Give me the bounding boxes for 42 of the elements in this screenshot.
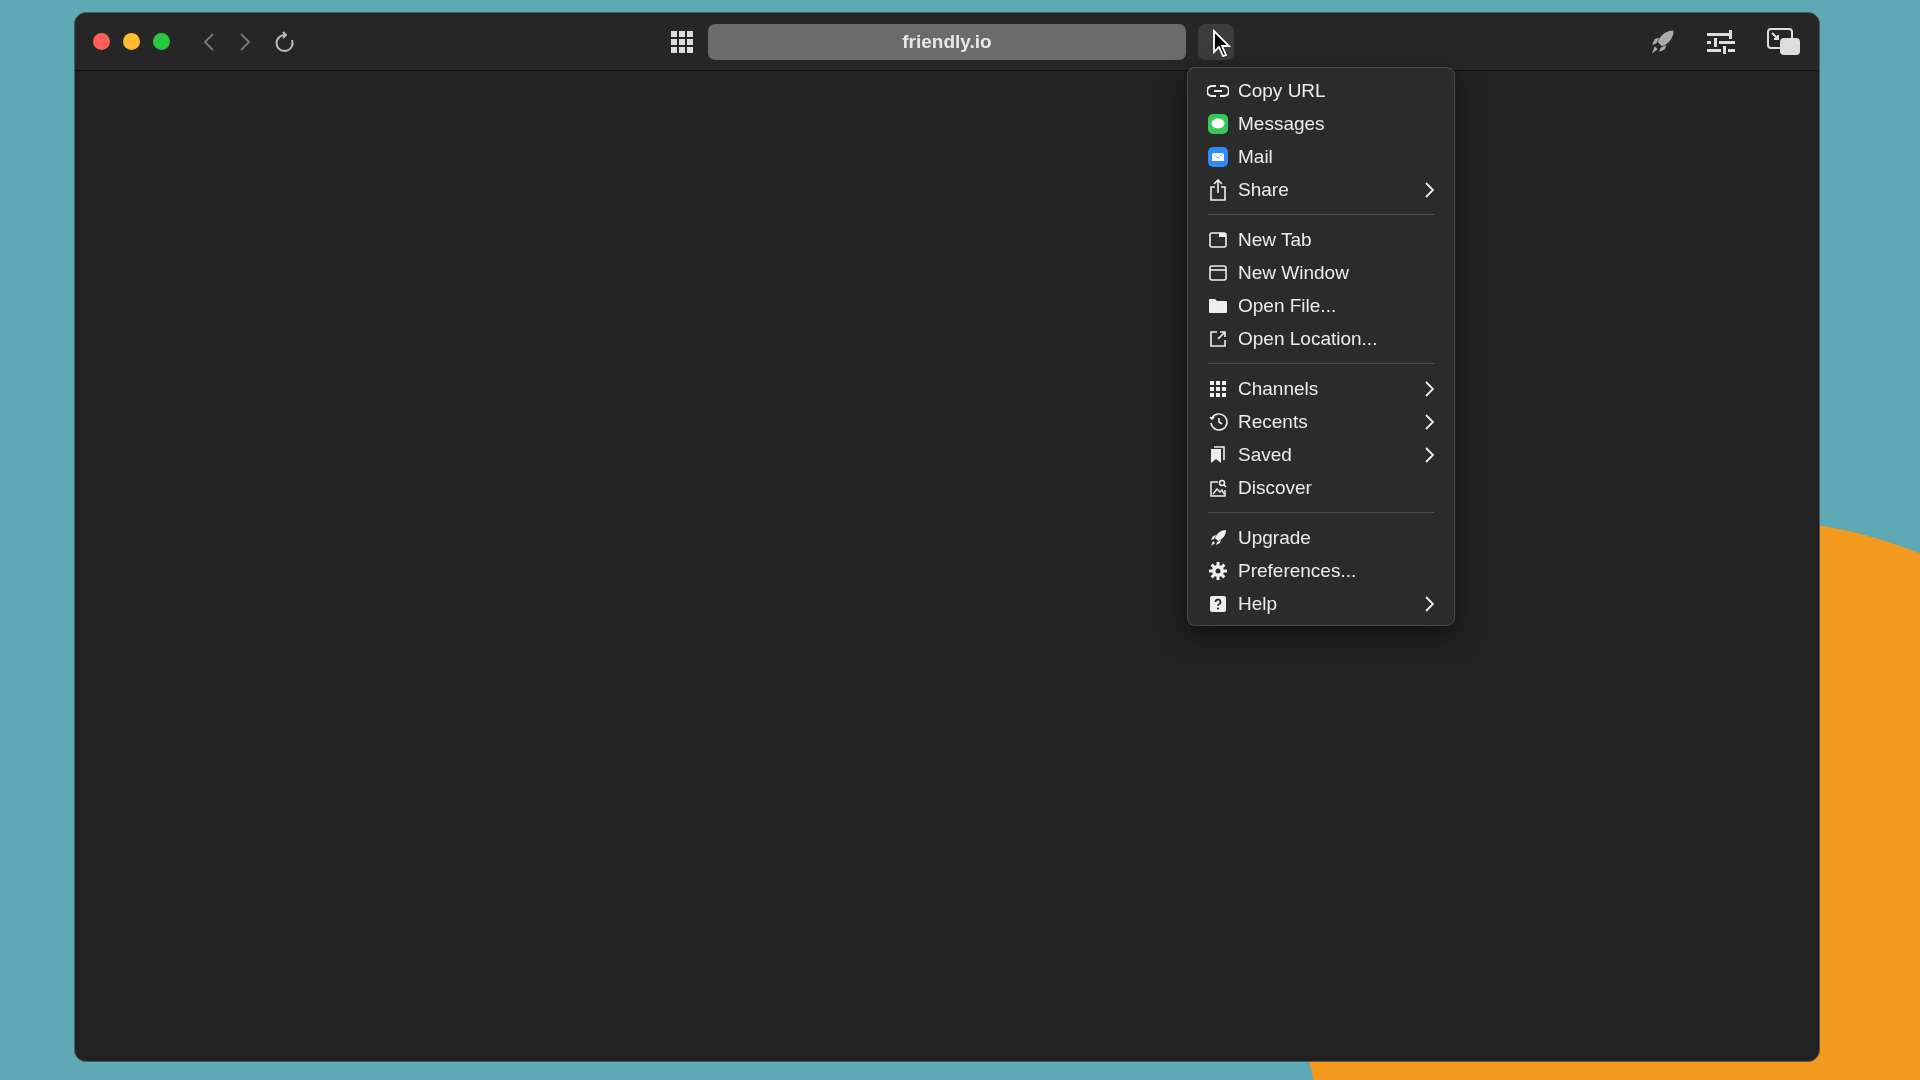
reload-icon[interactable]: [275, 30, 295, 53]
grid-icon[interactable]: [671, 30, 693, 53]
question-mark-icon: [1210, 595, 1226, 612]
forward-icon[interactable]: [239, 31, 251, 52]
menu-item[interactable]: Recents: [1188, 405, 1454, 438]
menu-item[interactable]: Open File...: [1188, 289, 1454, 322]
zoom-button[interactable]: [153, 33, 170, 50]
picture-in-picture-icon[interactable]: [1767, 27, 1801, 56]
menu-item[interactable]: Channels: [1188, 372, 1454, 405]
menu-item[interactable]: Preferences...: [1188, 554, 1454, 587]
menu-item[interactable]: Share: [1188, 173, 1454, 206]
folder-icon: [1208, 297, 1228, 314]
picture-search-icon: [1209, 478, 1227, 497]
menu-item[interactable]: Messages: [1188, 107, 1454, 140]
menu-item[interactable]: Upgrade: [1188, 521, 1454, 554]
rocket-icon[interactable]: [1649, 28, 1675, 55]
external-link-icon: [1210, 330, 1226, 347]
gear-icon: [1209, 561, 1227, 580]
rocket-icon: [1209, 528, 1227, 547]
window-icon: [1209, 264, 1227, 281]
menu-item[interactable]: Saved: [1188, 438, 1454, 471]
menu-item[interactable]: Open Location...: [1188, 322, 1454, 355]
menu-item[interactable]: New Window: [1188, 256, 1454, 289]
clock-icon: [1208, 412, 1228, 431]
address-field[interactable]: friendly.io: [708, 23, 1186, 60]
pointer-cursor-icon: [1212, 29, 1232, 57]
menu-item[interactable]: Mail: [1188, 140, 1454, 173]
minimize-button[interactable]: [123, 33, 140, 50]
tab-icon: [1209, 231, 1227, 248]
menu-item[interactable]: Copy URL: [1188, 74, 1454, 107]
chat-bubble-icon: [1208, 113, 1228, 134]
grid-icon: [1210, 380, 1226, 397]
back-icon[interactable]: [203, 31, 215, 52]
envelope-icon: [1208, 146, 1228, 167]
menu-item[interactable]: New Tab: [1188, 223, 1454, 256]
menu-item[interactable]: Help: [1188, 587, 1454, 620]
share-icon: [1209, 178, 1227, 201]
sliders-icon[interactable]: [1707, 29, 1735, 54]
link-icon: [1207, 83, 1229, 98]
close-button[interactable]: [93, 33, 110, 50]
menu-item[interactable]: Discover: [1188, 471, 1454, 504]
bookmark-icon: [1210, 445, 1226, 464]
